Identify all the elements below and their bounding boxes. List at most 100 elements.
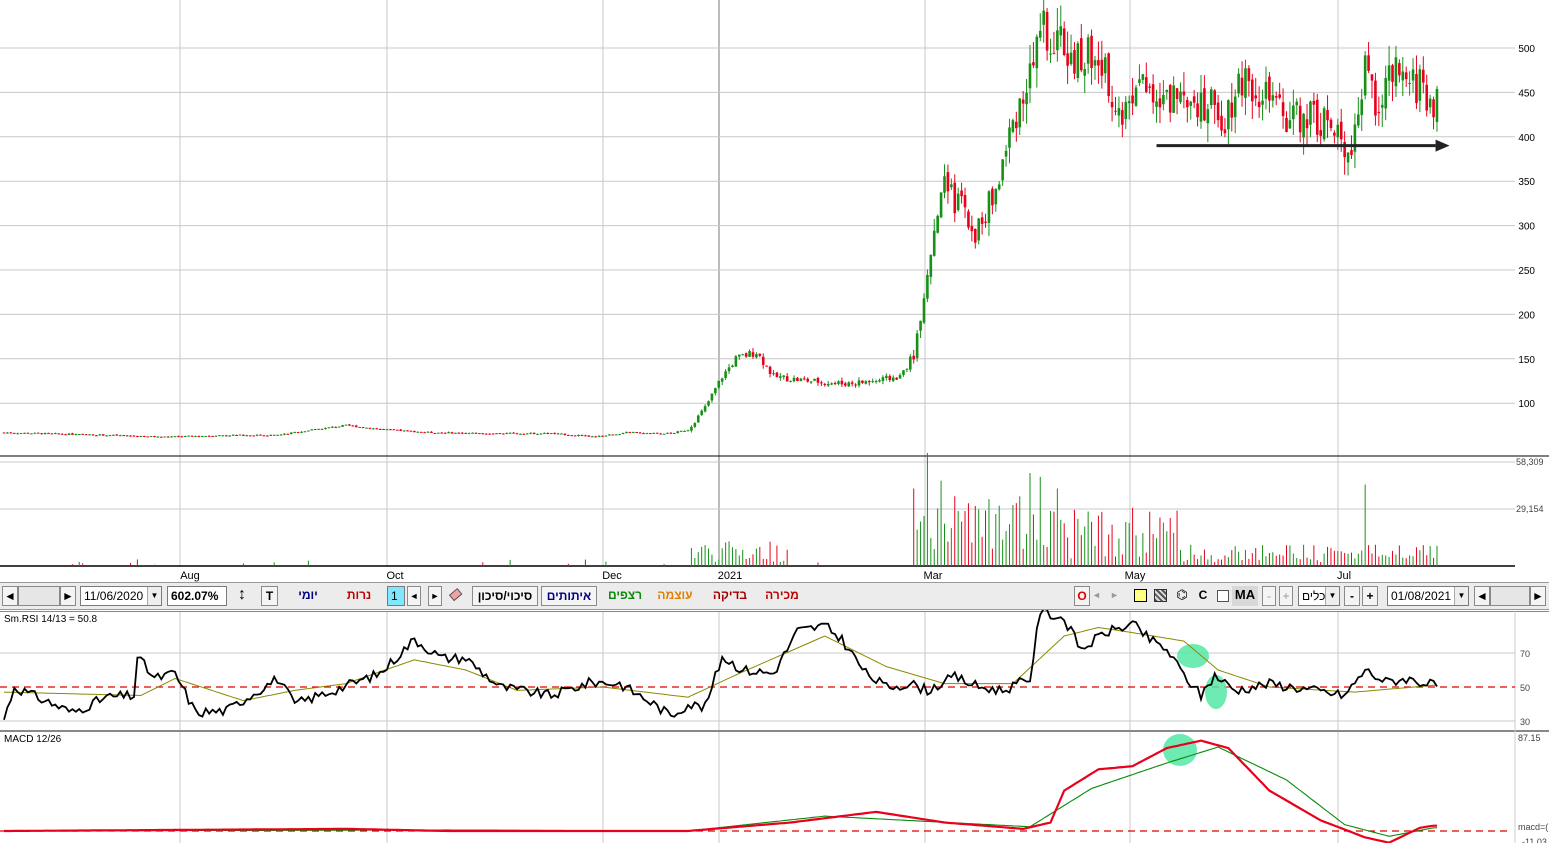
candle-up [932, 230, 936, 256]
candle-down [1370, 74, 1374, 81]
sequences-button[interactable]: רצפים [605, 586, 645, 606]
scroll-right-button[interactable]: ► [60, 586, 76, 606]
candle-down [785, 376, 789, 382]
grid-image-icon[interactable] [1152, 586, 1168, 606]
candle-down [351, 425, 355, 427]
candle-up [891, 377, 895, 381]
candle-up [385, 429, 389, 431]
vertical-resize-icon[interactable]: ↕ [233, 586, 251, 606]
tools-select[interactable]: כלים ▼ [1298, 586, 1340, 606]
color-box-icon[interactable] [1132, 586, 1148, 606]
candle-down [895, 377, 898, 380]
candle-up [331, 426, 334, 428]
end-scroll-right-button[interactable]: ► [1530, 586, 1546, 606]
candle-up [293, 432, 296, 434]
candle-up [830, 383, 833, 385]
candle-up [173, 436, 177, 438]
candle-down [1415, 74, 1418, 104]
candle-down [1257, 101, 1261, 108]
zoom-in-button[interactable]: + [1362, 586, 1378, 606]
x-axis-label: 2021 [718, 570, 742, 582]
zoom-out-button[interactable]: - [1344, 586, 1360, 606]
o-next-button[interactable]: ► [1110, 586, 1124, 606]
strength-button[interactable]: עוצמה [655, 586, 695, 606]
candle-down [1312, 100, 1316, 105]
ma-minus-button[interactable]: - [1262, 586, 1276, 606]
check-button[interactable]: בדיקה [710, 586, 750, 606]
scroll-left-button[interactable]: ◄ [2, 586, 18, 606]
candle-down [820, 382, 823, 384]
step-field[interactable]: 1 [387, 586, 405, 606]
candles-button[interactable]: נרות [340, 586, 378, 606]
candle-down [1121, 110, 1124, 125]
risk-reward-button[interactable]: סיכוי/סיכון [472, 586, 538, 606]
candle-down [1281, 102, 1285, 117]
chevron-down-icon: ▼ [1325, 587, 1339, 605]
end-scroll-left-button[interactable]: ◄ [1474, 586, 1490, 606]
binoculars-icon[interactable]: ⌬ [1174, 586, 1190, 606]
candle-up [1357, 114, 1360, 126]
candle-down [984, 221, 987, 223]
o-button[interactable]: O [1074, 586, 1090, 606]
candle-down [1107, 53, 1110, 97]
ma-plus-button[interactable]: + [1279, 586, 1293, 606]
candle-down [502, 433, 505, 435]
end-scroll-track[interactable] [1490, 586, 1530, 606]
percent-field[interactable]: 602.07% [167, 586, 227, 606]
daily-button[interactable]: יומי [290, 586, 326, 606]
candle-up [878, 380, 881, 382]
candle-up [447, 432, 450, 434]
candle-up [724, 371, 727, 378]
candle-down [177, 436, 180, 438]
scroll-track[interactable] [18, 586, 60, 606]
sale-button[interactable]: מכירה [762, 586, 802, 606]
candle-down [1391, 65, 1394, 82]
candle-down [129, 435, 132, 437]
candle-down [861, 380, 864, 383]
candle-down [142, 435, 146, 437]
x-axis-label: Jul [1337, 570, 1351, 582]
candle-up [772, 373, 775, 375]
candle-up [1233, 96, 1237, 118]
ma-checkbox[interactable] [1217, 586, 1229, 606]
text-tool-button[interactable]: T [261, 586, 278, 606]
candle-up [245, 435, 249, 437]
candle-up [590, 436, 594, 438]
c-button[interactable]: C [1196, 586, 1210, 606]
signals-button[interactable]: איתותים [541, 586, 597, 606]
candle-up [690, 426, 693, 431]
candle-up [365, 427, 368, 429]
candle-down [1254, 95, 1258, 99]
candle-up [1418, 69, 1422, 101]
candle-up [809, 381, 813, 383]
candle-up [1076, 43, 1080, 79]
candle-down [1319, 130, 1322, 136]
candle-up [467, 433, 471, 435]
candle-down [296, 432, 300, 434]
candle-up [905, 368, 909, 370]
candle-down [409, 430, 413, 432]
o-prev-button[interactable]: ◄ [1092, 586, 1106, 606]
candle-up [300, 431, 303, 433]
candle-up [1035, 36, 1039, 69]
step-next-button[interactable]: ► [428, 586, 442, 606]
candle-up [221, 435, 225, 437]
stock-chart[interactable]: 100150200250300350400450500Aug Oct Dec 2021… [0, 0, 1549, 843]
candle-up [1244, 68, 1247, 98]
candle-down [125, 435, 129, 437]
candle-down [57, 433, 61, 435]
eraser-icon[interactable] [447, 586, 465, 606]
candle-up [1011, 120, 1015, 132]
candle-up [289, 432, 293, 434]
step-prev-button[interactable]: ◄ [407, 586, 421, 606]
start-date-select[interactable]: 11/06/2020 ▼ [80, 586, 162, 606]
candle-up [1179, 91, 1182, 103]
candle-down [967, 211, 970, 228]
candle-down [1398, 63, 1401, 76]
candle-up [1155, 101, 1158, 107]
candle-down [553, 432, 556, 434]
candle-up [898, 375, 902, 379]
candle-down [1223, 129, 1227, 134]
end-date-select[interactable]: 01/08/2021 ▼ [1387, 586, 1469, 606]
candle-down [758, 353, 762, 356]
